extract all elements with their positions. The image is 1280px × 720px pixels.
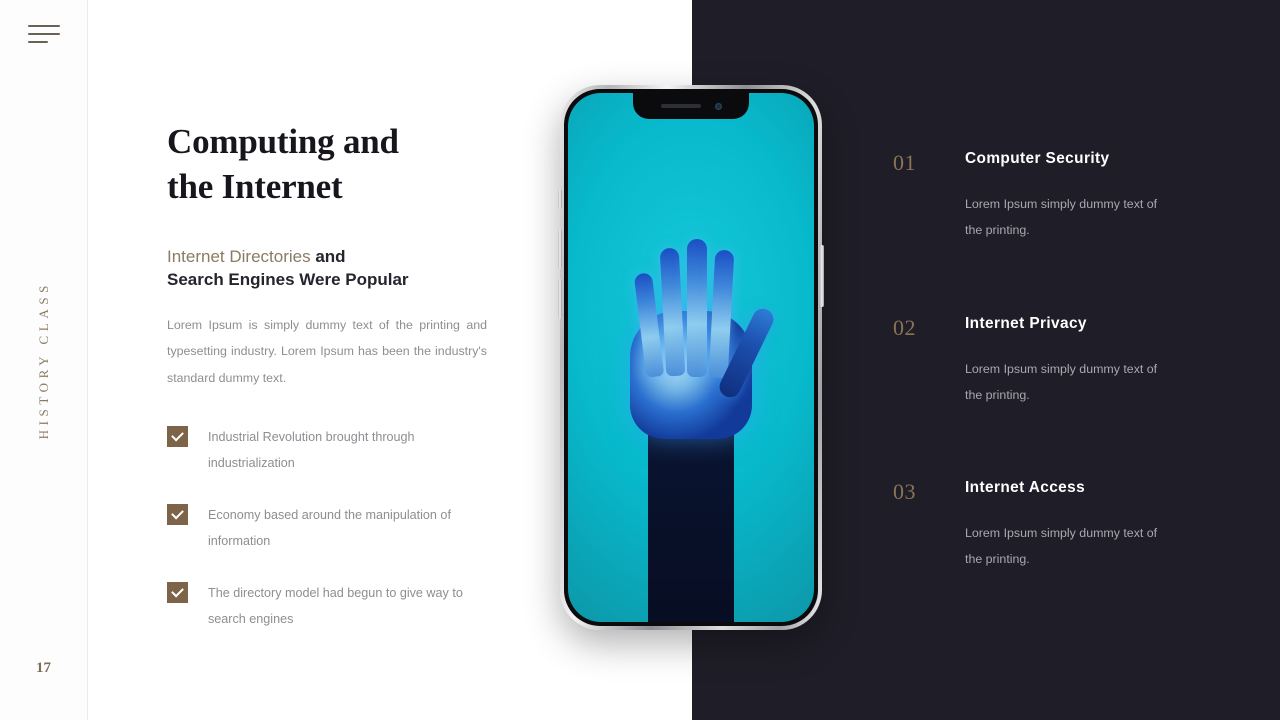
- feature-number: 03: [893, 479, 916, 504]
- smartphone-mockup: [558, 85, 824, 630]
- feature-item-2[interactable]: 02 Internet Privacy Lorem Ipsum simply d…: [893, 315, 1193, 408]
- feature-description: Lorem Ipsum simply dummy text of the pri…: [965, 526, 1158, 566]
- page-title-line-2: the Internet: [167, 167, 343, 206]
- phone-notch: [633, 93, 749, 119]
- main-content: Computing and the Internet Internet Dire…: [167, 0, 497, 720]
- page-title: Computing and the Internet: [167, 119, 507, 209]
- subtitle-accent-text: Internet Directories: [167, 247, 311, 266]
- feature-number: 02: [893, 315, 916, 340]
- vertical-course-label: HISTORY CLASS: [0, 0, 88, 720]
- feature-body: Internet Access Lorem Ipsum simply dummy…: [965, 479, 1193, 572]
- list-item-label: Industrial Revolution brought through in…: [208, 430, 415, 470]
- phone-mute-switch: [558, 189, 562, 209]
- check-icon[interactable]: [167, 504, 188, 525]
- phone-volume-up-button: [558, 229, 562, 269]
- feature-title: Internet Privacy: [965, 315, 1087, 332]
- feature-number: 01: [893, 150, 916, 175]
- feature-body: Internet Privacy Lorem Ipsum simply dumm…: [965, 315, 1193, 408]
- list-item-label: Economy based around the manipulation of…: [208, 508, 451, 548]
- checklist: Industrial Revolution brought through in…: [167, 424, 497, 658]
- subtitle: Internet Directories and Search Engines …: [167, 245, 497, 291]
- list-item: The directory model had begun to give wa…: [167, 580, 497, 632]
- hand-finger-3: [687, 239, 707, 377]
- subtitle-line-2: Search Engines Were Popular: [167, 270, 409, 289]
- earpiece-speaker-icon: [660, 104, 701, 108]
- feature-item-3[interactable]: 03 Internet Access Lorem Ipsum simply du…: [893, 479, 1193, 572]
- slide: HISTORY CLASS 17 Computing and the Inter…: [0, 0, 1280, 720]
- check-icon[interactable]: [167, 582, 188, 603]
- feature-description: Lorem Ipsum simply dummy text of the pri…: [965, 362, 1158, 402]
- list-item: Industrial Revolution brought through in…: [167, 424, 497, 476]
- feature-description: Lorem Ipsum simply dummy text of the pri…: [965, 197, 1158, 237]
- subtitle-line-1: Internet Directories and: [167, 245, 497, 268]
- feature-item-1[interactable]: 01 Computer Security Lorem Ipsum simply …: [893, 150, 1193, 243]
- feature-title: Internet Access: [965, 479, 1086, 496]
- list-item: Economy based around the manipulation of…: [167, 502, 497, 554]
- phone-volume-down-button: [558, 279, 562, 319]
- front-camera-icon: [714, 102, 722, 110]
- vertical-course-label-text: HISTORY CLASS: [36, 280, 51, 440]
- phone-power-button: [820, 245, 824, 307]
- phone-screen: [568, 93, 814, 622]
- body-paragraph: Lorem Ipsum is simply dummy text of the …: [167, 318, 487, 385]
- phone-bezel: [564, 89, 818, 626]
- check-icon[interactable]: [167, 426, 188, 447]
- robotic-hand-image: [568, 93, 814, 622]
- feature-title: Computer Security: [965, 150, 1110, 167]
- subtitle-rest-text: and: [310, 247, 346, 266]
- page-title-line-1: Computing and: [167, 122, 399, 161]
- left-sidebar: HISTORY CLASS 17: [0, 0, 88, 720]
- page-number: 17: [36, 660, 51, 676]
- feature-body: Computer Security Lorem Ipsum simply dum…: [965, 150, 1193, 243]
- list-item-label: The directory model had begun to give wa…: [208, 586, 463, 626]
